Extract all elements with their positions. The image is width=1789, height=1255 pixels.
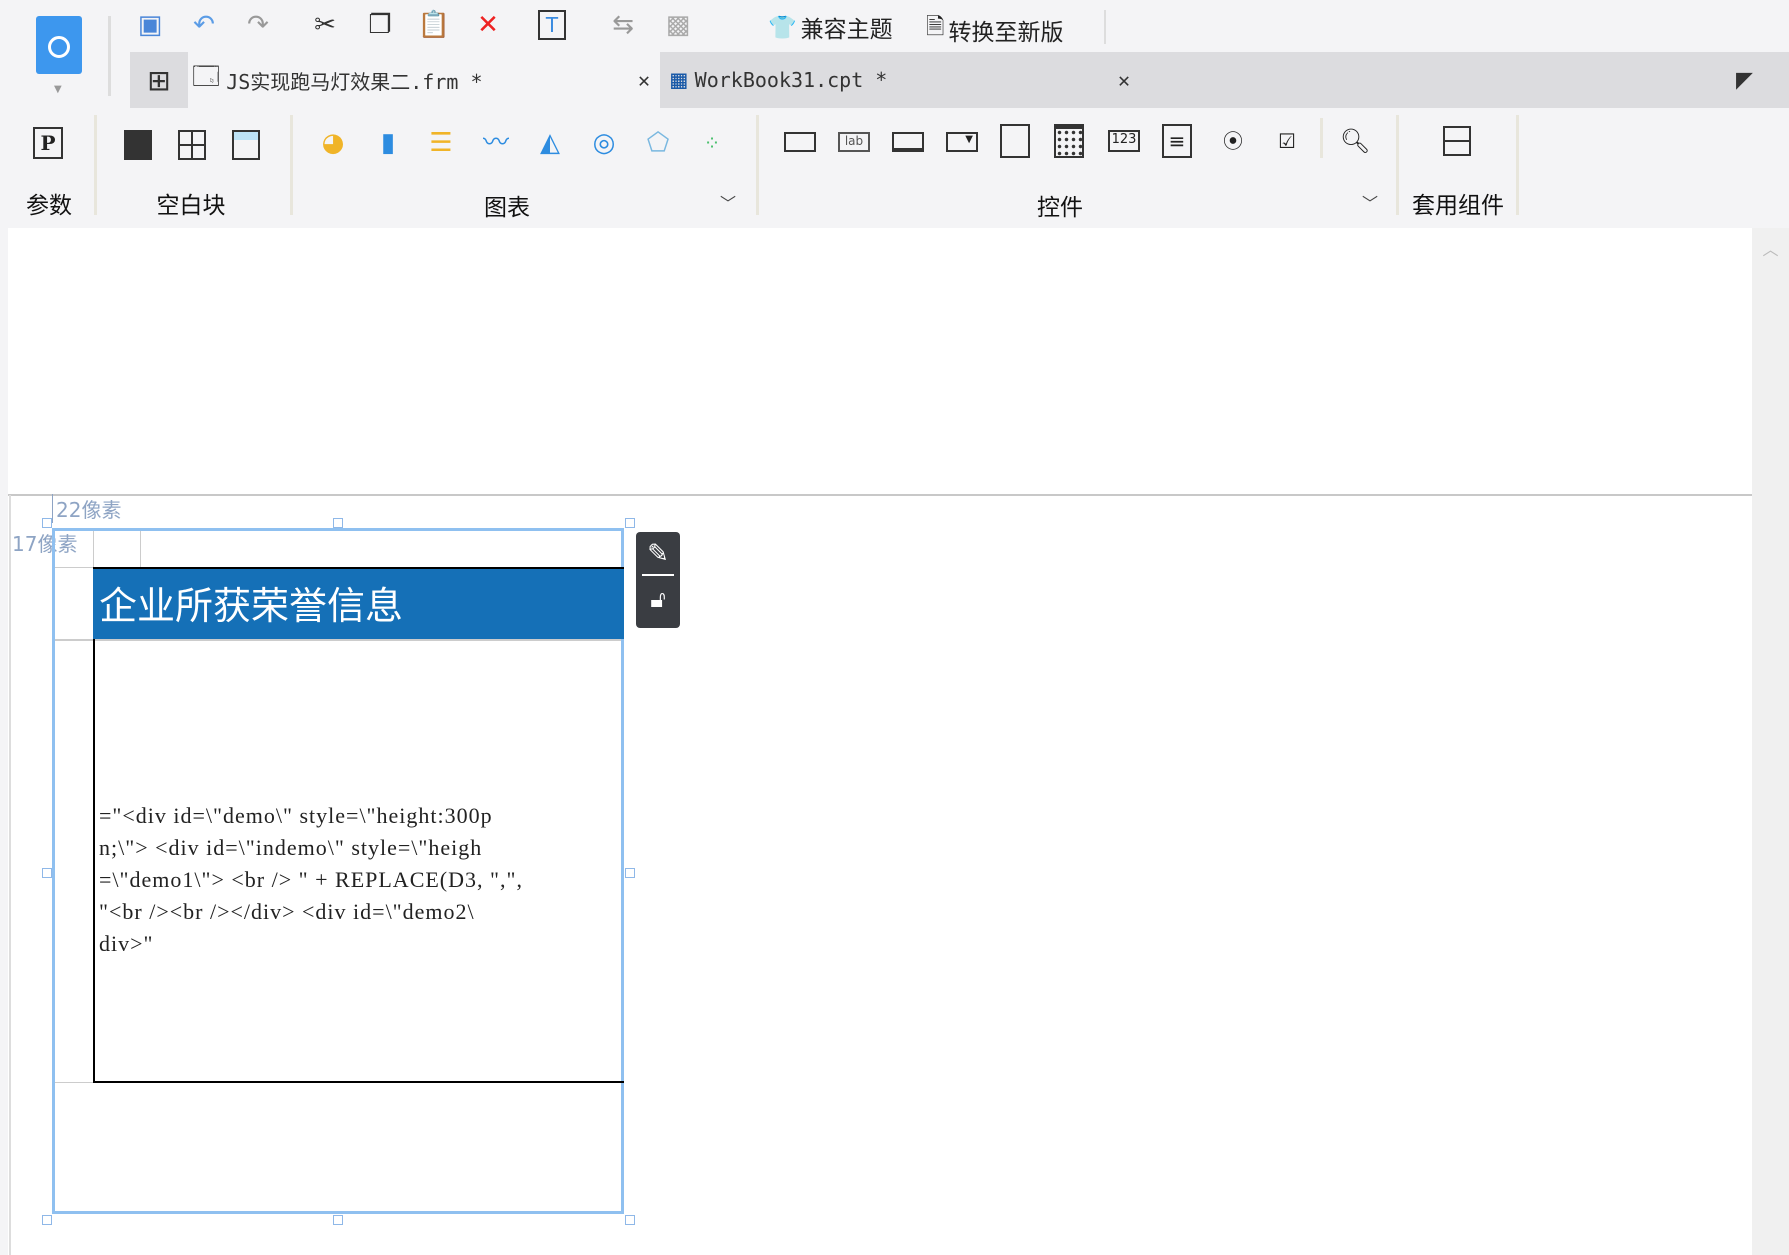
block-action-panel: ✎ 🔓︎ bbox=[636, 532, 680, 628]
form-file-icon: 🗔 bbox=[192, 62, 221, 92]
resize-handle[interactable] bbox=[42, 518, 52, 528]
tab-label: JS实现跑马灯效果二.frm * bbox=[226, 69, 483, 94]
radio-group-icon[interactable]: ⦿ bbox=[1216, 124, 1250, 158]
parameter-label[interactable]: 参数 bbox=[26, 186, 72, 220]
radar-chart-icon[interactable]: ⬠ bbox=[641, 126, 675, 160]
resize-handle[interactable] bbox=[42, 868, 52, 878]
top-margin-label: 22像素 bbox=[52, 494, 121, 523]
component-icon[interactable] bbox=[1443, 126, 1471, 156]
grid-view-icon[interactable]: ⊞ bbox=[130, 52, 188, 108]
report-block[interactable]: 企业所获荣誉信息 ="<div id=\"demo\" style=\"heig… bbox=[52, 528, 624, 1214]
header-title: 企业所获荣誉信息 bbox=[99, 584, 404, 628]
button-widget-icon[interactable] bbox=[892, 132, 924, 152]
resize-handle[interactable] bbox=[625, 868, 635, 878]
convert-button[interactable]: 🗎 转换至新版 bbox=[926, 10, 1064, 49]
date-widget-icon[interactable] bbox=[1054, 124, 1084, 158]
resize-handle[interactable] bbox=[625, 518, 635, 528]
swap-icon: ⇆ bbox=[612, 10, 634, 40]
gauge-chart-icon[interactable]: ◎ bbox=[587, 126, 621, 160]
image-icon: ▩ bbox=[665, 10, 691, 40]
text-search-icon[interactable]: T bbox=[538, 10, 566, 40]
scroll-up-icon[interactable]: ︿ bbox=[1752, 236, 1789, 260]
code-line: ="<div id=\"demo\" style=\"height:300p bbox=[99, 803, 493, 828]
component-label[interactable]: 套用组件 bbox=[1412, 186, 1504, 220]
report-header[interactable]: 企业所获荣誉信息 bbox=[93, 567, 624, 639]
text-field-icon[interactable] bbox=[784, 132, 816, 152]
convert-label: 转换至新版 bbox=[948, 19, 1064, 46]
chart-expand-chevron-icon[interactable]: ﹀ bbox=[720, 190, 736, 214]
vertical-scrollbar[interactable]: ︿ bbox=[1752, 228, 1789, 1255]
undo-icon[interactable]: ↶ bbox=[187, 8, 221, 42]
chart-label[interactable]: 图表 bbox=[484, 188, 530, 222]
tab-label: WorkBook31.cpt * bbox=[694, 68, 888, 92]
blank-block-split-icon[interactable] bbox=[178, 130, 206, 160]
tab-frm[interactable]: 🗔 JS实现跑马灯效果二.frm * ✕ bbox=[188, 52, 660, 108]
logo-dropdown-icon[interactable]: ▼ bbox=[54, 84, 62, 95]
bar-chart-icon[interactable]: ▮ bbox=[371, 126, 405, 160]
html-content-cell[interactable]: ="<div id=\"demo\" style=\"height:300p n… bbox=[93, 639, 624, 1083]
preview-icon[interactable]: 🔍︎ bbox=[1338, 124, 1372, 158]
save-icon[interactable]: ▣ bbox=[133, 8, 167, 42]
code-line: div>" bbox=[99, 931, 154, 956]
horizontal-bar-chart-icon[interactable]: ☰ bbox=[424, 126, 458, 160]
checkbox-group-icon[interactable]: ☑ bbox=[1270, 124, 1304, 158]
designer-logo[interactable] bbox=[36, 16, 82, 74]
delete-icon[interactable]: ✕ bbox=[471, 8, 505, 42]
number-widget-icon[interactable]: 123 bbox=[1108, 130, 1140, 152]
dropdown-tree-icon[interactable] bbox=[1000, 124, 1030, 158]
blank-block-absolute-icon[interactable] bbox=[124, 130, 152, 160]
label-widget-icon[interactable]: lab bbox=[838, 132, 870, 152]
resize-handle[interactable] bbox=[333, 518, 343, 528]
document-icon: 🗎 bbox=[926, 14, 945, 40]
compat-theme-label: 兼容主题 bbox=[800, 17, 893, 43]
code-line: n;\"> <div id=\"indemo\" style=\"heigh bbox=[99, 835, 483, 860]
parameter-icon[interactable]: P bbox=[33, 127, 63, 159]
tab-cpt[interactable]: ▦ WorkBook31.cpt * ✕ bbox=[665, 52, 1140, 108]
cut-icon[interactable]: ✂ bbox=[308, 8, 342, 42]
area-chart-icon[interactable]: ◭ bbox=[533, 126, 567, 160]
scatter-chart-icon[interactable]: ⁘ bbox=[695, 126, 729, 160]
copy-icon[interactable]: ❐ bbox=[363, 8, 397, 42]
tab-list-dropdown-icon[interactable]: ◤ bbox=[1736, 68, 1753, 93]
close-tab-icon[interactable]: ✕ bbox=[1118, 68, 1130, 92]
widget-expand-chevron-icon[interactable]: ﹀ bbox=[1362, 190, 1378, 214]
code-line: =\"demo1\"> <br /> " + REPLACE(D3, ",", bbox=[99, 867, 523, 892]
dropdown-widget-icon[interactable]: ▼ bbox=[946, 132, 978, 152]
shirt-icon: 👕 bbox=[768, 14, 797, 41]
resize-handle[interactable] bbox=[333, 1215, 343, 1225]
compat-theme-button[interactable]: 👕 兼容主题 bbox=[768, 10, 893, 44]
edit-icon[interactable]: ✎ bbox=[642, 532, 674, 576]
workbook-icon: ▦ bbox=[671, 65, 687, 95]
redo-icon[interactable]: ↷ bbox=[241, 8, 275, 42]
resize-handle[interactable] bbox=[42, 1215, 52, 1225]
unlock-icon[interactable]: 🔓︎ bbox=[636, 576, 680, 622]
resize-handle[interactable] bbox=[625, 1215, 635, 1225]
pie-chart-icon[interactable]: ◕ bbox=[316, 126, 350, 160]
list-widget-icon[interactable]: ≡ bbox=[1162, 124, 1192, 158]
close-tab-icon[interactable]: ✕ bbox=[638, 68, 650, 92]
blank-block-table-icon[interactable] bbox=[232, 130, 260, 160]
blank-block-label[interactable]: 空白块 bbox=[157, 186, 226, 220]
line-chart-icon[interactable]: 〰 bbox=[479, 126, 513, 160]
widget-label[interactable]: 控件 bbox=[1037, 188, 1083, 222]
paste-icon[interactable]: 📋 bbox=[417, 8, 451, 42]
code-line: "<br /><br /></div> <div id=\"demo2\ bbox=[99, 899, 475, 924]
